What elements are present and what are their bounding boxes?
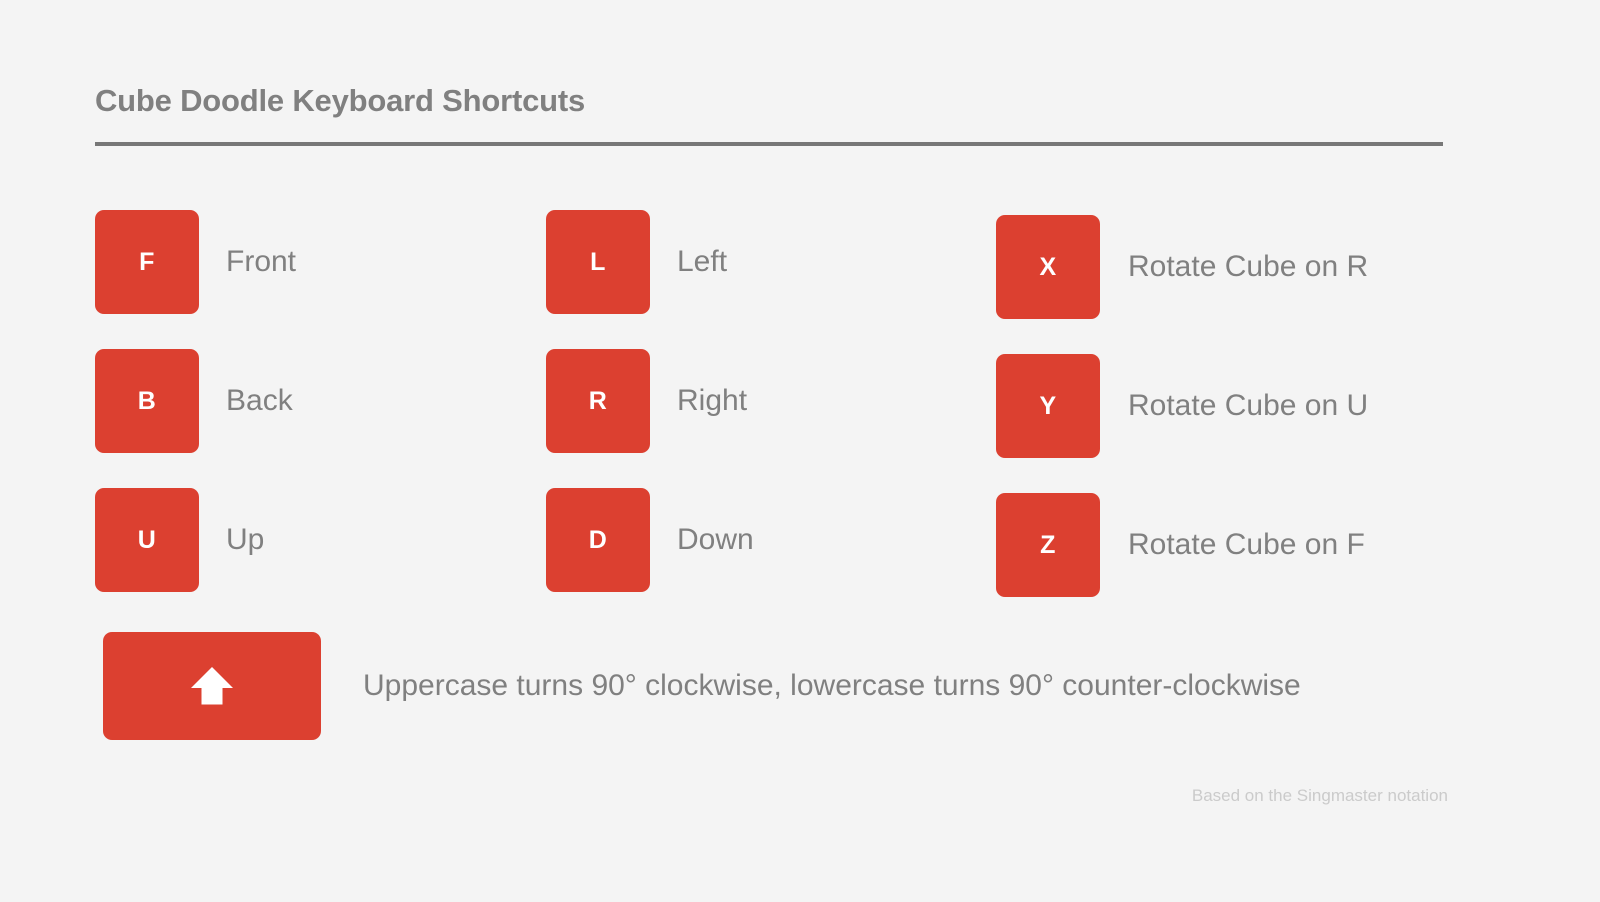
keycap-y[interactable]: Y [996,354,1100,458]
shortcut-row: U Up D Down Z Rotate Cube on F [95,488,1455,627]
shortcut-row: B Back R Right Y Rotate Cube on U [95,349,1455,488]
shortcut-label: Rotate Cube on R [1128,250,1369,283]
keycap-letter: U [137,525,157,554]
shortcut-label: Rotate Cube on U [1128,389,1369,422]
shift-up-arrow-icon [191,667,233,705]
keycap-letter: D [588,525,608,554]
keycap-r[interactable]: R [546,349,650,453]
title-divider [95,142,1443,147]
shortcut-label: Down [677,523,754,556]
shortcut-item-up[interactable]: U Up [95,488,545,592]
shortcut-item-rotate-u[interactable]: Y Rotate Cube on U [995,354,1455,458]
keycap-z[interactable]: Z [996,493,1100,597]
keycap-l[interactable]: L [546,210,650,314]
header: Cube Doodle Keyboard Shortcuts [95,83,1443,147]
keycap-f[interactable]: F [95,210,199,314]
shortcut-grid: F Front L Left X Rotate Cube on R B Back… [95,210,1455,627]
keycap-x[interactable]: X [996,215,1100,319]
footer-note: Based on the Singmaster notation [1191,786,1448,805]
keycap-d[interactable]: D [546,488,650,592]
keycap-letter: L [590,247,606,276]
keycap-letter: R [588,386,608,415]
shortcut-item-rotate-f[interactable]: Z Rotate Cube on F [995,493,1455,597]
shortcut-label: Front [226,245,297,278]
keycap-letter: X [1039,252,1057,281]
keycap-letter: B [137,386,157,415]
keycap-letter: F [139,247,155,276]
shortcut-label: Up [226,523,265,556]
keycap-u[interactable]: U [95,488,199,592]
shortcut-item-down[interactable]: D Down [545,488,995,592]
page-title: Cube Doodle Keyboard Shortcuts [95,83,586,118]
shortcut-item-rotate-r[interactable]: X Rotate Cube on R [995,215,1455,319]
shortcut-row: F Front L Left X Rotate Cube on R [95,210,1455,349]
shortcut-item-left[interactable]: L Left [545,210,995,314]
shortcut-item-right[interactable]: R Right [545,349,995,453]
keycap-shift[interactable] [103,632,321,740]
shortcut-item-back[interactable]: B Back [95,349,545,453]
shortcuts-sheet: Cube Doodle Keyboard Shortcuts F Front L… [0,0,1600,902]
shift-note: Uppercase turns 90° clockwise, lowercase… [363,669,1301,702]
shortcut-label: Left [677,245,728,278]
shortcut-item-front[interactable]: F Front [95,210,545,314]
shortcut-label: Back [226,384,293,417]
shortcut-label: Rotate Cube on F [1128,528,1365,561]
keycap-b[interactable]: B [95,349,199,453]
shortcut-label: Right [677,384,748,417]
shortcut-item-shift[interactable]: Uppercase turns 90° clockwise, lowercase… [103,632,1301,740]
keycap-letter: Z [1040,530,1056,559]
keycap-letter: Y [1039,391,1057,420]
